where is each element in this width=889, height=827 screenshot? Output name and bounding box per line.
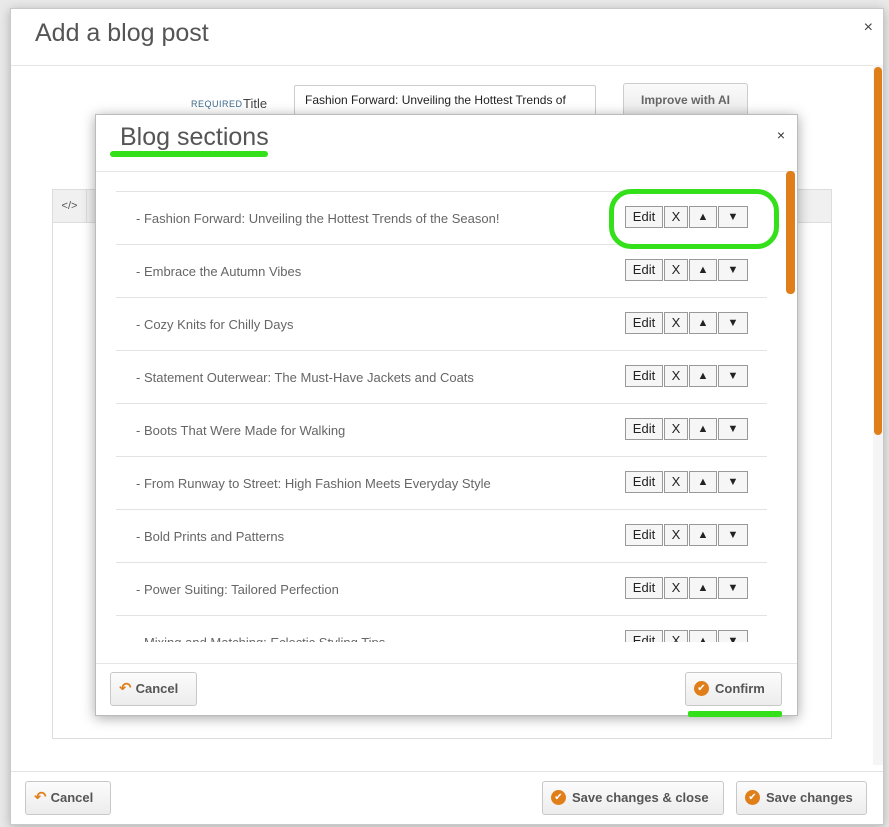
move-down-button[interactable]: ▼ — [718, 312, 748, 334]
save-changes-button[interactable]: ✔ Save changes — [736, 781, 867, 815]
required-label: REQUIRED — [191, 99, 243, 109]
sections-footer: ↶ Cancel ✔ Confirm — [96, 663, 797, 715]
move-up-button[interactable]: ▲ — [689, 630, 717, 642]
sections-title: Blog sections — [120, 123, 269, 151]
check-circle-icon: ✔ — [551, 790, 566, 806]
move-up-button[interactable]: ▲ — [689, 418, 717, 440]
sections-scrollbar-thumb[interactable] — [786, 171, 795, 294]
undo-arrow-icon: ↶ — [34, 789, 47, 806]
section-row: - Cozy Knits for Chilly Days Edit X ▲ ▼ — [116, 297, 767, 350]
confirm-button[interactable]: ✔ Confirm — [685, 672, 782, 706]
edit-button[interactable]: Edit — [625, 418, 663, 440]
section-actions: Edit X ▲ ▼ — [625, 365, 749, 387]
move-down-button[interactable]: ▼ — [718, 365, 748, 387]
blog-sections-dialog: Blog sections × - Fashion Forward: Unvei… — [95, 114, 798, 716]
section-actions: Edit X ▲ ▼ — [625, 418, 749, 440]
section-actions: Edit X ▲ ▼ — [625, 259, 749, 281]
remove-button[interactable]: X — [664, 630, 688, 642]
move-up-button[interactable]: ▲ — [689, 471, 717, 493]
section-title: - Bold Prints and Patterns — [136, 529, 285, 544]
section-row: - Power Suiting: Tailored Perfection Edit… — [116, 562, 767, 615]
section-title: - Power Suiting: Tailored Perfection — [136, 582, 339, 597]
edit-button[interactable]: Edit — [625, 365, 663, 387]
annotation-underline — [110, 151, 268, 157]
dialog-footer: ↶ Cancel ✔ Save changes & close ✔ Save chan… — [11, 771, 883, 824]
section-title: - Embrace the Autumn Vibes — [136, 264, 302, 279]
section-title: - Boots That Were Made for Walking — [136, 423, 346, 438]
move-up-button[interactable]: ▲ — [689, 577, 717, 599]
remove-button[interactable]: X — [664, 365, 688, 387]
section-title: - Fashion Forward: Unveiling the Hottest… — [136, 211, 500, 226]
edit-button[interactable]: Edit — [625, 524, 663, 546]
save-close-label: Save changes & close — [572, 790, 709, 805]
annotation-underline — [688, 711, 782, 717]
dialog-header: Add a blog post × — [11, 9, 883, 66]
remove-button[interactable]: X — [664, 471, 688, 493]
save-label: Save changes — [766, 790, 853, 805]
section-actions: Edit X ▲ ▼ — [625, 312, 749, 334]
close-icon[interactable]: × — [777, 127, 785, 143]
annotation-circle — [609, 189, 779, 249]
remove-button[interactable]: X — [664, 418, 688, 440]
edit-button[interactable]: Edit — [625, 312, 663, 334]
section-actions: Edit X ▲ ▼ — [625, 524, 749, 546]
move-down-button[interactable]: ▼ — [718, 577, 748, 599]
title-input[interactable] — [294, 85, 596, 115]
dialog-scrollbar-thumb[interactable] — [874, 67, 882, 435]
section-title: - From Runway to Street: High Fashion Me… — [136, 476, 491, 491]
edit-button[interactable]: Edit — [625, 630, 663, 642]
undo-arrow-icon: ↶ — [119, 680, 132, 697]
sections-cancel-label: Cancel — [135, 681, 179, 696]
section-title: - Cozy Knits for Chilly Days — [136, 317, 294, 332]
section-actions: Edit X ▲ ▼ — [625, 630, 749, 642]
edit-button[interactable]: Edit — [625, 259, 663, 281]
remove-button[interactable]: X — [664, 259, 688, 281]
section-row: - From Runway to Street: High Fashion Me… — [116, 456, 767, 509]
check-circle-icon: ✔ — [745, 790, 760, 806]
section-row: - Bold Prints and Patterns Edit X ▲ ▼ — [116, 509, 767, 562]
section-row: - Boots That Were Made for Walking Edit X ▲… — [116, 403, 767, 456]
save-and-close-button[interactable]: ✔ Save changes & close — [542, 781, 724, 815]
remove-button[interactable]: X — [664, 577, 688, 599]
check-circle-icon: ✔ — [694, 681, 709, 697]
close-icon[interactable]: × — [864, 19, 873, 37]
sections-header: Blog sections × — [96, 115, 797, 172]
move-up-button[interactable]: ▲ — [689, 524, 717, 546]
move-down-button[interactable]: ▼ — [718, 259, 748, 281]
cancel-button[interactable]: ↶ Cancel — [25, 781, 111, 815]
section-actions: Edit X ▲ ▼ — [625, 577, 749, 599]
confirm-label: Confirm — [715, 681, 765, 696]
section-row: - Statement Outerwear: The Must-Have Jac… — [116, 350, 767, 403]
dialog-title: Add a blog post — [35, 19, 209, 47]
remove-button[interactable]: X — [664, 524, 688, 546]
section-title: - Statement Outerwear: The Must-Have Jac… — [136, 370, 474, 385]
move-up-button[interactable]: ▲ — [689, 312, 717, 334]
move-down-button[interactable]: ▼ — [718, 418, 748, 440]
section-row: - Embrace the Autumn Vibes Edit X ▲ ▼ — [116, 244, 767, 297]
move-up-button[interactable]: ▲ — [689, 365, 717, 387]
section-title: - Mixing and Matching: Eclectic Styling … — [136, 635, 385, 642]
move-down-button[interactable]: ▼ — [718, 524, 748, 546]
sections-cancel-button[interactable]: ↶ Cancel — [110, 672, 197, 706]
sections-list: - Fashion Forward: Unveiling the Hottest… — [116, 191, 767, 642]
move-down-button[interactable]: ▼ — [718, 471, 748, 493]
section-actions: Edit X ▲ ▼ — [625, 471, 749, 493]
remove-button[interactable]: X — [664, 312, 688, 334]
cancel-label: Cancel — [50, 790, 94, 805]
section-row: - Mixing and Matching: Eclectic Styling … — [116, 615, 767, 642]
move-up-button[interactable]: ▲ — [689, 259, 717, 281]
edit-button[interactable]: Edit — [625, 471, 663, 493]
edit-button[interactable]: Edit — [625, 577, 663, 599]
move-down-button[interactable]: ▼ — [718, 630, 748, 642]
title-label: Title — [243, 96, 268, 111]
code-view-button[interactable]: </> — [53, 190, 87, 222]
